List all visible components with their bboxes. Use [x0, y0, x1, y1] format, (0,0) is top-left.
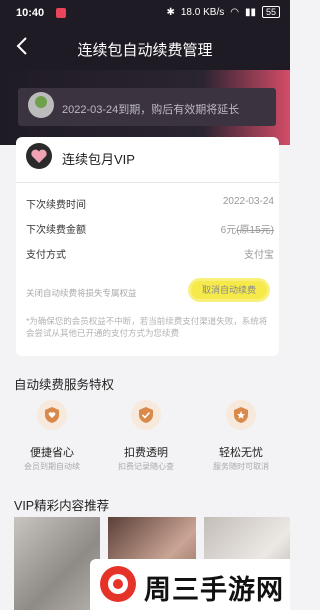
privilege-desc-worry-free: 服务随时可取消 [213, 462, 269, 471]
privilege-name-worry-free: 轻松无忧 [219, 447, 263, 459]
privilege-name-convenient: 便捷省心 [30, 447, 74, 459]
next-renewal-date-value: 2022-03-24 [222, 196, 274, 207]
subscription-title: 连续包月VIP [62, 152, 135, 167]
expiry-text: 2022-03-24到期，购后有效期将延长 [62, 104, 240, 116]
app-notification-icon [56, 8, 66, 18]
bluetooth-icon: ✱ [166, 6, 175, 18]
next-renewal-amount-value: 6元(原15元) [220, 225, 274, 236]
network-speed: 18.0 KB/s [180, 6, 225, 18]
next-renewal-date-label: 下次续费时间 [26, 200, 86, 211]
status-time: 10:40 [16, 7, 45, 19]
shield-check-icon [131, 400, 161, 430]
cancel-hint-text: 关闭自动续费将损失专属权益 [26, 288, 137, 298]
battery-icon: 55 [261, 6, 280, 18]
recommend-thumb[interactable] [14, 517, 100, 610]
signal-icon: ▮▮ [244, 6, 256, 18]
payment-method-value: 支付宝 [244, 250, 274, 261]
recommend-section-title: VIP精彩内容推荐 [14, 499, 110, 513]
privileges-section-title: 自动续费服务特权 [14, 378, 115, 392]
cancel-auto-renew-button[interactable]: 取消自动续费 [191, 281, 267, 299]
shield-heart-icon [37, 400, 67, 430]
shield-star-icon [226, 400, 256, 430]
avatar [28, 92, 54, 118]
payment-method-label: 支付方式 [26, 250, 66, 261]
status-bar: 10:40 ✱ 18.0 KB/s ◠ ▮▮ 55 [0, 0, 290, 26]
renewal-note: *为确保您的会员权益不中断，若当前续费支付渠道失败，系统将会尝试从其他已开通的支… [26, 316, 268, 338]
privilege-name-transparent: 扣费透明 [124, 447, 168, 459]
page-title: 连续包自动续费管理 [77, 42, 213, 59]
privilege-desc-convenient: 会员到期自动续 [24, 462, 80, 471]
wifi-icon: ◠ [230, 6, 239, 18]
original-price: (原15元) [236, 225, 274, 236]
vip-heart-icon [26, 143, 52, 169]
privilege-desc-transparent: 扣费记录随心查 [118, 462, 174, 471]
nav-bar: 连续包自动续费管理 [0, 26, 290, 70]
divider [16, 182, 279, 183]
next-renewal-amount-label: 下次续费金额 [26, 225, 86, 236]
watermark-text: 周三手游网 [144, 575, 284, 605]
